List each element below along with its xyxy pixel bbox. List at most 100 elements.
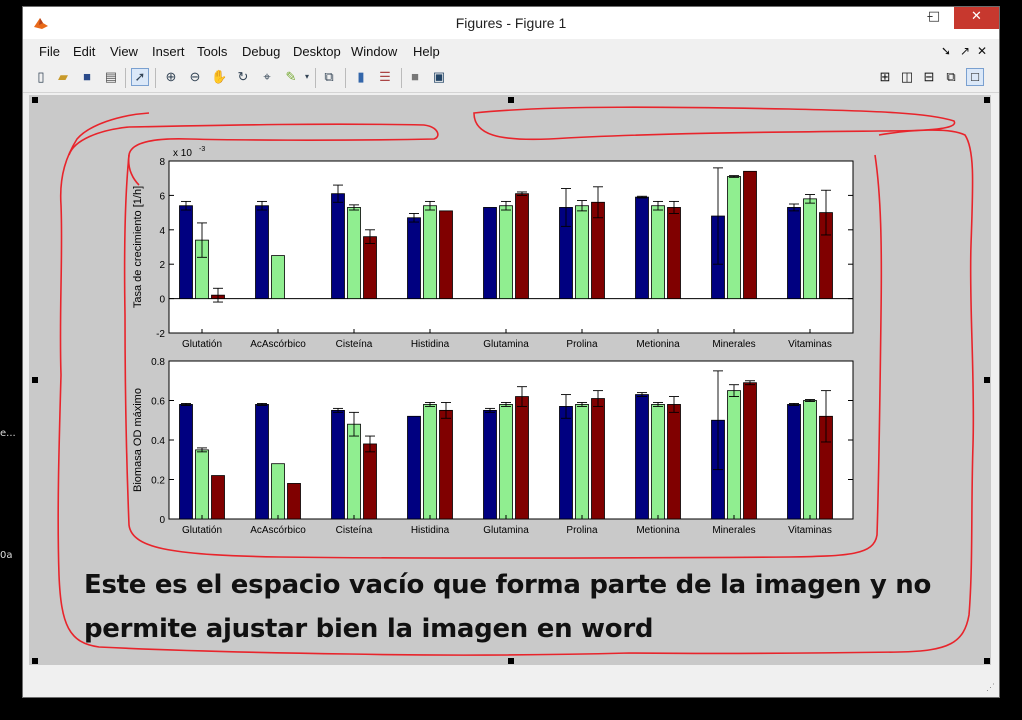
menu-bar: File Edit View Insert Tools Debug Deskto… [23,40,999,62]
bar [727,390,741,520]
y-tick-label: 2 [159,260,165,271]
menu-desktop[interactable]: Desktop [293,44,341,59]
menu-view[interactable]: View [110,44,138,59]
menu-debug[interactable]: Debug [242,44,280,59]
y-tick-label: 0 [159,515,165,526]
bar [255,404,269,520]
bar [635,196,649,300]
zoom-in-icon[interactable]: ⊕ [163,69,179,85]
save-icon[interactable]: ■ [79,69,95,85]
bar [743,170,757,299]
bar [575,404,589,520]
x-tick-label: Glutatión [182,339,222,350]
menu-tools[interactable]: Tools [197,44,227,59]
menu-insert[interactable]: Insert [152,44,185,59]
bar [439,210,453,299]
x-tick-label: Metionina [636,525,680,536]
y-tick-label: 4 [159,226,165,237]
y-axis-label: Biomasa OD máximo [132,388,144,492]
menu-edit[interactable]: Edit [73,44,95,59]
y-tick-label: 6 [159,191,165,202]
growth-rate-chart: -2 0 2 4 6 8 Glutatión AcAscórbico Cisteína Histi… [132,146,854,350]
resize-grip-icon[interactable]: ⋰ [986,682,995,693]
y-tick-label: 0.6 [151,397,165,408]
brush-icon[interactable]: ✎ [283,69,299,85]
y-tick-label: 0.8 [151,357,165,368]
close-button[interactable]: ✕ [954,7,999,29]
bar [667,207,681,300]
bar [803,400,817,520]
bar [591,398,605,520]
bar [423,404,437,520]
colorbar-icon[interactable]: ▮ [353,69,369,85]
pointer-icon[interactable]: ➚ [131,68,149,86]
zoom-out-icon[interactable]: ⊖ [187,69,203,85]
menu-window[interactable]: Window [351,44,397,59]
menu-close-icon[interactable]: ✕ [977,44,987,58]
exponent-label: x 10 [173,148,192,159]
exponent-power: -3 [199,146,205,153]
print-icon[interactable]: ▤ [103,69,119,85]
pan-icon[interactable]: ✋ [211,69,227,85]
data-cursor-icon[interactable]: ⌖ [259,69,275,85]
bar [727,176,741,300]
menu-help[interactable]: Help [413,44,440,59]
maximize-button[interactable]: □ [921,7,947,29]
biomass-chart: 0 0.2 0.4 0.6 0.8 Glutatión AcAscórbico Cisteín… [132,357,854,536]
x-tick-label: Vitaminas [788,339,832,350]
bar [787,207,801,300]
tile-icon[interactable]: ⊞ [877,69,893,85]
show-plot-tools-icon[interactable]: ▣ [431,69,447,85]
top-bottom-icon[interactable]: ⊟ [921,69,937,85]
x-tick-label: Cisteína [336,339,373,350]
x-tick-label: AcAscórbico [250,525,306,536]
bar [179,205,193,299]
x-tick-label: Prolina [566,525,598,536]
bar [347,207,361,300]
bar [255,205,269,299]
y-tick-label: 0.4 [151,436,165,447]
bar [515,193,529,299]
brush-dropdown-icon[interactable]: ▾ [299,69,315,85]
bar [787,404,801,520]
link-icon[interactable]: ⧉ [321,69,337,85]
maximize-icon[interactable]: □ [966,68,984,86]
bar [287,483,301,520]
bar [635,394,649,520]
left-right-icon[interactable]: ◫ [899,69,915,85]
x-tick-label: Minerales [712,339,755,350]
bar [423,205,437,299]
x-tick-label: Glutamina [483,339,529,350]
x-tick-label: Histidina [411,339,450,350]
bar [439,409,453,520]
float-icon[interactable]: ⧉ [943,69,959,85]
x-tick-label: Minerales [712,525,755,536]
annotation-line-2: permite ajustar bien la imagen en word [84,614,654,644]
dock-arrow-icon[interactable]: ➘ [941,44,951,58]
bar [179,404,193,520]
x-tick-label: Glutatión [182,525,222,536]
bar [211,475,225,520]
legend-icon[interactable]: ☰ [377,69,393,85]
new-file-icon[interactable]: ▯ [33,69,49,85]
bar [271,255,285,300]
undock-arrow-icon[interactable]: ↗ [960,44,970,58]
x-tick-label: AcAscórbico [250,339,306,350]
open-folder-icon[interactable]: ▰ [55,69,71,85]
bar [651,205,665,299]
figure-toolbar: ▯ ▰ ■ ▤ ➚ ⊕ ⊖ ✋ ↻ ⌖ ✎ ▾ ⧉ ▮ ☰ ■ ▣ ⊞ ◫ ⊟ … [23,64,999,93]
rotate-icon[interactable]: ↻ [235,69,251,85]
x-tick-label: Histidina [411,525,450,536]
bar [803,198,817,299]
figure-canvas[interactable]: -2 0 2 4 6 8 Glutatión AcAscórbico Cisteína Histi… [29,95,991,665]
y-axis-label: Tasa de crecimiento [1/h] [132,186,144,308]
bar [667,404,681,520]
bar [363,236,377,299]
hide-plot-tools-icon[interactable]: ■ [407,69,423,85]
x-tick-label: Cisteína [336,525,373,536]
bar [271,463,285,520]
bar [515,396,529,520]
bar [499,404,513,520]
status-bar: ⋰ [23,671,999,697]
menu-file[interactable]: File [39,44,60,59]
